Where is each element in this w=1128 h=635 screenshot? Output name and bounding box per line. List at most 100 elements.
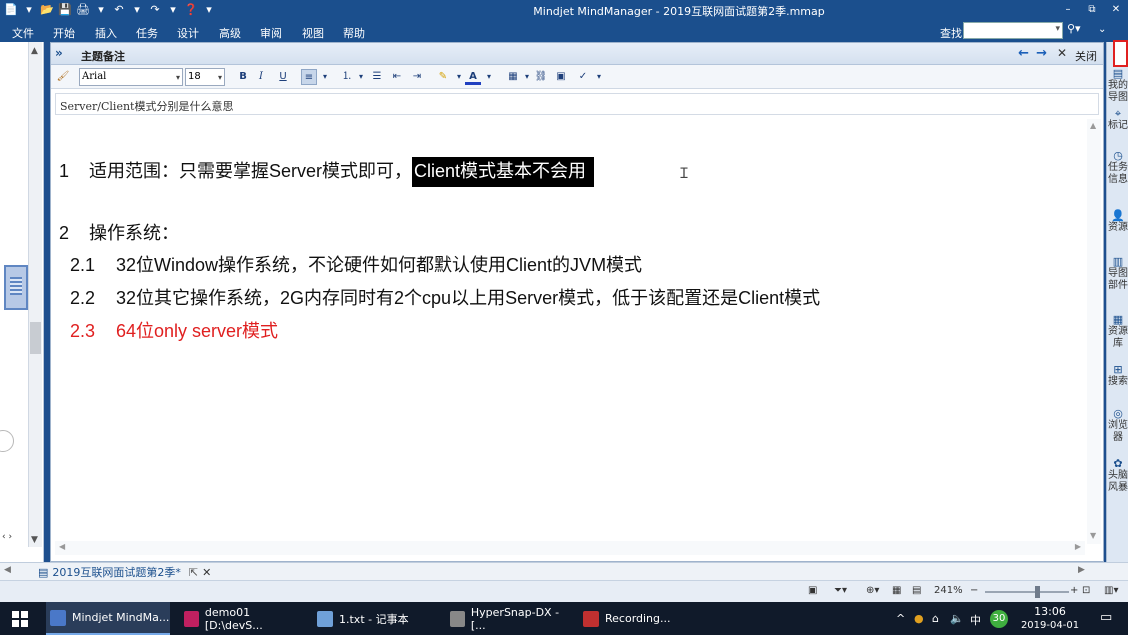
map-thumbnail[interactable] bbox=[4, 265, 28, 310]
menu-view[interactable]: 视图 bbox=[302, 25, 324, 41]
balance-map-icon[interactable]: ⊕▾ bbox=[866, 585, 879, 596]
font-family-select[interactable]: Arial bbox=[79, 68, 183, 86]
zoom-slider[interactable] bbox=[985, 591, 1069, 593]
tab-my-maps[interactable]: ▤ 我的导图 bbox=[1108, 68, 1128, 104]
font-color-dropdown-icon[interactable]: ▾ bbox=[481, 69, 497, 85]
notes-panel-title: 主题备注 bbox=[81, 50, 125, 63]
app-tray-icon[interactable]: ● bbox=[914, 612, 924, 625]
search-input[interactable] bbox=[963, 22, 1063, 39]
page-icon[interactable]: ▣ bbox=[808, 585, 817, 596]
increase-indent-button[interactable]: ⇥ bbox=[409, 69, 425, 85]
notifications-icon[interactable]: ▭ bbox=[1100, 610, 1112, 625]
document-tab[interactable]: ▤ 2019互联网面试题第2季* ⇱ ✕ bbox=[34, 563, 215, 581]
font-color-icon[interactable]: A bbox=[465, 69, 481, 85]
resources-icon: 👤 bbox=[1111, 209, 1125, 222]
filter-icon[interactable]: ⏷▾ bbox=[834, 585, 847, 596]
underline-button[interactable]: U bbox=[275, 69, 291, 85]
close-icon[interactable]: ✕ bbox=[1057, 46, 1067, 60]
previous-topic-icon[interactable]: ← bbox=[1018, 46, 1029, 61]
zoom-in-icon[interactable]: + bbox=[1070, 585, 1078, 596]
note-editor[interactable]: 1 适用范围：只需要掌握Server模式即可， Client模式基本不会用 Ｉ 2操… bbox=[55, 119, 1085, 549]
network-icon[interactable]: ⌂ bbox=[932, 612, 939, 625]
taskbar-app-intellij[interactable]: demo01 [D:\devS... bbox=[180, 602, 304, 635]
scroll-thumb[interactable] bbox=[30, 322, 41, 354]
highlight-color-icon[interactable]: ✎ bbox=[435, 69, 451, 85]
map-vertical-scrollbar[interactable]: ▲ ▼ bbox=[28, 42, 42, 547]
map-nav-icons[interactable]: ‹ › bbox=[2, 532, 12, 542]
tab-restore-icon[interactable]: ⇱ bbox=[189, 566, 198, 579]
clock-time[interactable]: 13:06 bbox=[1020, 605, 1080, 618]
scroll-up-icon[interactable]: ▲ bbox=[1090, 121, 1096, 130]
tab-markers[interactable]: ⌖ 标记 bbox=[1108, 108, 1128, 132]
scroll-down-icon[interactable]: ▼ bbox=[1090, 531, 1096, 540]
insert-link-icon[interactable]: ⛓ bbox=[533, 69, 549, 85]
scroll-left-icon[interactable]: ◀ bbox=[59, 542, 65, 551]
ime-badge[interactable]: 30 bbox=[990, 610, 1008, 628]
restore-button[interactable]: ⧉ bbox=[1080, 0, 1104, 20]
expand-panel-icon[interactable]: » bbox=[55, 46, 63, 60]
bulleted-list-button[interactable]: ☰ bbox=[369, 69, 385, 85]
menu-help[interactable]: 帮助 bbox=[343, 25, 365, 41]
close-panel-button[interactable]: 关闭 bbox=[1075, 48, 1097, 64]
next-topic-icon[interactable]: → bbox=[1036, 46, 1047, 61]
tab-map-parts[interactable]: ▥ 导图部件 bbox=[1108, 256, 1128, 292]
bold-button[interactable]: B bbox=[235, 69, 251, 85]
tab-task-info[interactable]: ◷ 任务信息 bbox=[1108, 150, 1128, 186]
menu-insert[interactable]: 插入 bbox=[95, 25, 117, 41]
more-tools-dropdown-icon[interactable]: ▾ bbox=[591, 69, 607, 85]
menu-design[interactable]: 设计 bbox=[177, 25, 199, 41]
panel-toggle-icon[interactable]: ▥▾ bbox=[1104, 585, 1118, 596]
close-window-button[interactable]: ✕ bbox=[1104, 0, 1128, 20]
minimize-button[interactable]: – bbox=[1056, 0, 1080, 20]
tab-brainstorm[interactable]: ✿ 头脑风暴 bbox=[1108, 458, 1128, 494]
tab-scroll-right-icon[interactable]: ▶ bbox=[1078, 565, 1085, 575]
outline-view-icon[interactable]: ▤ bbox=[912, 585, 921, 596]
tab-resources[interactable]: 👤 资源 bbox=[1108, 210, 1128, 234]
tab-scroll-left-icon[interactable]: ◀ bbox=[4, 565, 11, 575]
insert-image-icon[interactable]: ▣ bbox=[553, 69, 569, 85]
show-hidden-icons[interactable]: ^ bbox=[896, 612, 905, 625]
selected-text[interactable]: Client模式基本不会用 bbox=[412, 157, 595, 187]
notepad-icon bbox=[317, 610, 333, 627]
menu-review[interactable]: 审阅 bbox=[260, 25, 282, 41]
zoom-slider-thumb[interactable] bbox=[1035, 586, 1040, 598]
input-method-indicator[interactable]: 中 bbox=[970, 612, 981, 628]
scroll-up-icon[interactable]: ▲ bbox=[31, 46, 38, 56]
tab-browser[interactable]: ◎ 浏览器 bbox=[1108, 408, 1128, 444]
volume-icon[interactable]: 🔈 bbox=[950, 612, 964, 625]
tab-library[interactable]: ▦ 资源库 bbox=[1108, 314, 1128, 350]
note-horizontal-scrollbar[interactable]: ◀ ▶ bbox=[55, 541, 1085, 555]
taskbar-app-hypersnap[interactable]: HyperSnap-DX - [... bbox=[446, 602, 570, 635]
note-vertical-scrollbar[interactable]: ▲ ▼ bbox=[1087, 119, 1101, 544]
italic-button[interactable]: I bbox=[253, 69, 269, 85]
taskbar-app-mindmanager[interactable]: Mindjet MindMa... bbox=[46, 602, 170, 635]
note-line-2: 2 操作系统： bbox=[59, 219, 179, 245]
scroll-down-icon[interactable]: ▼ bbox=[31, 535, 38, 545]
map-view-icon[interactable]: ▦ bbox=[892, 585, 901, 596]
scroll-right-icon[interactable]: ▶ bbox=[1075, 542, 1081, 551]
decrease-indent-button[interactable]: ⇤ bbox=[389, 69, 405, 85]
taskbar-app-recording[interactable]: Recording... bbox=[579, 602, 703, 635]
fit-map-icon[interactable]: ⊡ bbox=[1082, 585, 1090, 596]
align-dropdown-icon[interactable]: ▾ bbox=[317, 69, 333, 85]
numbered-list-dropdown-icon[interactable]: ▾ bbox=[353, 69, 369, 85]
menu-home[interactable]: 开始 bbox=[53, 25, 75, 41]
font-size-select[interactable]: 18 bbox=[185, 68, 225, 86]
menu-task[interactable]: 任务 bbox=[136, 25, 158, 41]
tab-search[interactable]: ⊞ 搜索 bbox=[1108, 364, 1128, 388]
menu-advanced[interactable]: 高级 bbox=[219, 25, 241, 41]
topic-title-field[interactable]: Server/Client模式分别是什么意思 bbox=[55, 93, 1099, 115]
spell-check-icon[interactable]: ✓ bbox=[575, 69, 591, 85]
zoom-out-icon[interactable]: − bbox=[970, 585, 978, 596]
format-painter-icon[interactable]: 🖌 bbox=[55, 69, 71, 85]
tab-close-icon[interactable]: ✕ bbox=[202, 566, 211, 579]
menu-file[interactable]: 文件 bbox=[12, 25, 34, 41]
minimize-ribbon-icon[interactable]: ⌄ bbox=[1098, 24, 1106, 35]
clock-date[interactable]: 2019-04-01 bbox=[1020, 620, 1080, 631]
find-options-icon[interactable]: ⚲▾ bbox=[1067, 22, 1081, 35]
taskbar-app-notepad[interactable]: 1.txt - 记事本 bbox=[313, 602, 437, 635]
align-left-button[interactable]: ≡ bbox=[301, 69, 317, 85]
start-button[interactable] bbox=[12, 611, 28, 627]
window-title: Mindjet MindManager - 2019互联网面试题第2季.mmap bbox=[533, 5, 825, 18]
search-icon: ⊞ bbox=[1113, 363, 1123, 376]
